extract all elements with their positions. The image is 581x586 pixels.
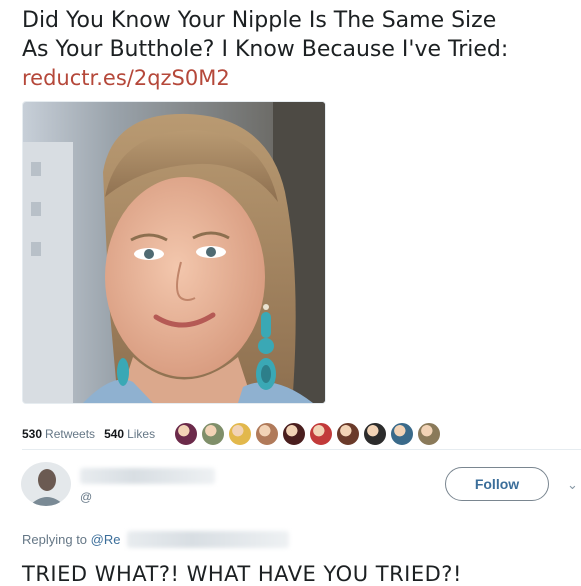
- likes-label: Likes: [127, 427, 156, 441]
- replying-handle[interactable]: @Re: [91, 532, 121, 547]
- liker-avatar[interactable]: [363, 422, 388, 446]
- likes-stat[interactable]: 540 Likes: [104, 427, 155, 441]
- liker-avatar[interactable]: [228, 422, 253, 446]
- replying-label: Replying to: [22, 532, 88, 547]
- likes-count: 540: [104, 427, 125, 441]
- replying-handle-redacted: [127, 531, 289, 548]
- follow-button[interactable]: Follow: [445, 467, 549, 501]
- liker-avatars: [174, 422, 444, 446]
- reply-handle: @: [80, 490, 93, 504]
- engagement-stats: 530 Retweets 540 Likes: [22, 422, 444, 446]
- retweets-count: 530: [22, 427, 43, 441]
- liker-avatar[interactable]: [309, 422, 334, 446]
- reply-text: TRIED WHAT?! WHAT HAVE YOU TRIED?!: [22, 562, 462, 586]
- divider: [22, 449, 581, 450]
- replying-to: Replying to @Re: [22, 532, 121, 547]
- chevron-down-icon[interactable]: ⌄: [567, 477, 578, 493]
- liker-avatar[interactable]: [390, 422, 415, 446]
- tweet-photo[interactable]: [22, 101, 326, 404]
- reply-avatar[interactable]: [21, 462, 71, 506]
- reply-name-redacted: [80, 468, 215, 484]
- tweet-link[interactable]: reductr.es/2qzS0M2: [22, 64, 572, 93]
- liker-avatar[interactable]: [255, 422, 280, 446]
- tweet-text: Did You Know Your Nipple Is The Same Siz…: [22, 6, 572, 93]
- liker-avatar[interactable]: [417, 422, 442, 446]
- tweet-text-line-1: Did You Know Your Nipple Is The Same Siz…: [22, 8, 497, 33]
- retweets-stat[interactable]: 530 Retweets: [22, 427, 95, 441]
- liker-avatar[interactable]: [201, 422, 226, 446]
- liker-avatar[interactable]: [174, 422, 199, 446]
- portrait-image: [23, 102, 325, 403]
- liker-avatar[interactable]: [336, 422, 361, 446]
- tweet-text-line-2: As Your Butthole? I Know Because I've Tr…: [22, 37, 509, 62]
- retweets-label: Retweets: [45, 427, 96, 441]
- liker-avatar[interactable]: [282, 422, 307, 446]
